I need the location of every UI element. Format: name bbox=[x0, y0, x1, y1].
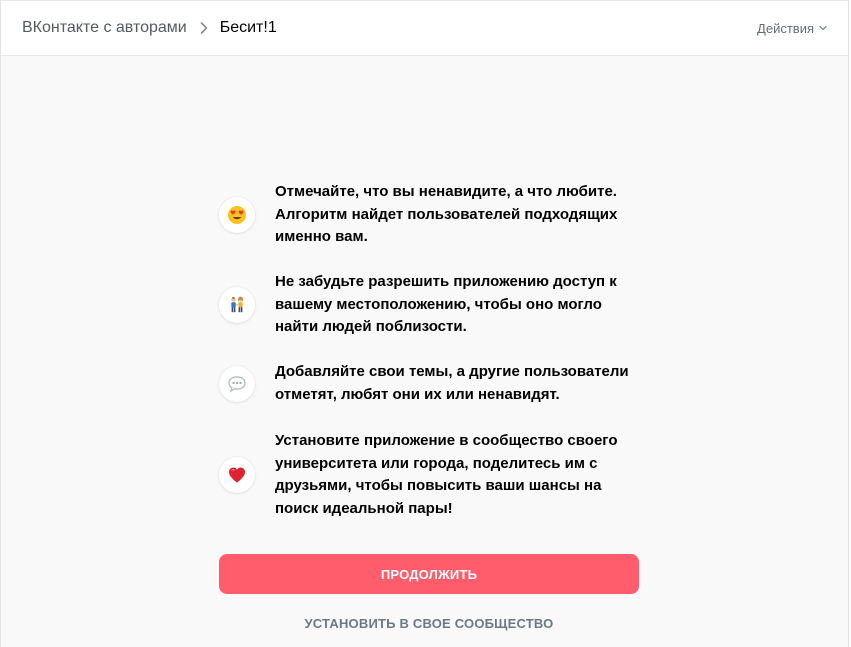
onboarding-content: Отмечайте, что вы ненавидите, а что люби… bbox=[1, 56, 848, 646]
feature-text: Установите приложение в сообщество своег… bbox=[275, 432, 618, 517]
feature-text: Добавляйте свои темы, а другие пользоват… bbox=[275, 363, 629, 403]
actions-label: Действия bbox=[757, 20, 814, 36]
actions-dropdown[interactable]: Действия bbox=[757, 21, 828, 36]
feature-item: Установите приложение в сообщество своег… bbox=[219, 430, 645, 520]
feature-item: Не забудьте разрешить приложению доступ … bbox=[219, 271, 645, 339]
install-to-community-button[interactable]: УСТАНОВИТЬ В СВОЕ СООБЩЕСТВО bbox=[219, 612, 639, 634]
speech-bubble-icon bbox=[219, 365, 255, 402]
heart-eyes-emoji-icon bbox=[219, 196, 255, 233]
feature-text: Отмечайте, что вы ненавидите, а что люби… bbox=[275, 183, 618, 245]
couple-emoji-icon bbox=[219, 286, 255, 323]
feature-item: Добавляйте свои темы, а другие пользоват… bbox=[219, 361, 645, 406]
feature-text: Не забудьте разрешить приложению доступ … bbox=[275, 273, 617, 335]
app-window: ВКонтакте с авторами Бесит!1 Действия От… bbox=[0, 0, 849, 647]
feature-item: Отмечайте, что вы ненавидите, а что люби… bbox=[219, 181, 645, 249]
chevron-right-icon bbox=[196, 20, 212, 36]
red-heart-icon bbox=[219, 457, 255, 493]
continue-button[interactable]: ПРОДОЛЖИТЬ bbox=[219, 554, 639, 594]
header-bar: ВКонтакте с авторами Бесит!1 Действия bbox=[1, 0, 848, 56]
breadcrumb-root-link[interactable]: ВКонтакте с авторами bbox=[22, 19, 187, 37]
chevron-down-icon bbox=[819, 25, 827, 31]
page-title: Бесит!1 bbox=[219, 19, 277, 36]
